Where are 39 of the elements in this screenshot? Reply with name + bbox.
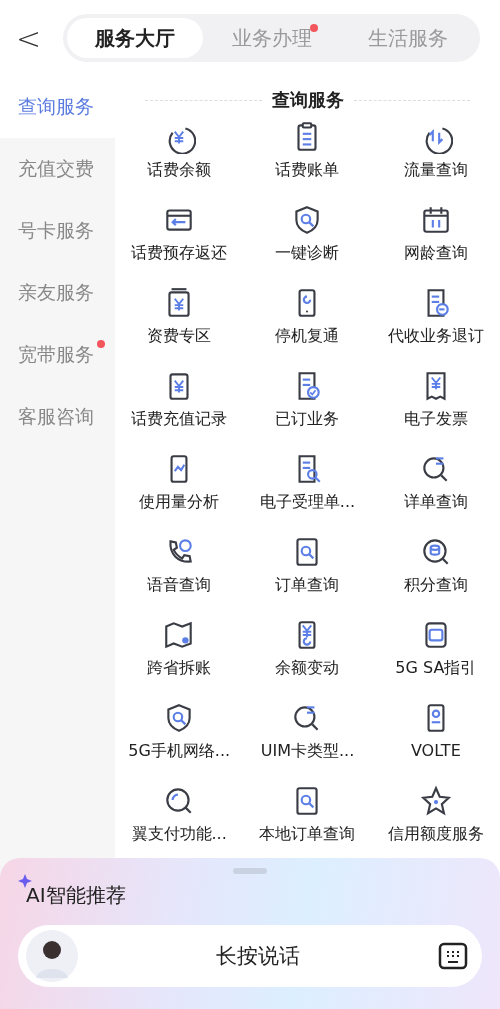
service-item[interactable]: 停机复通 — [243, 286, 372, 362]
drag-handle[interactable] — [233, 868, 267, 874]
service-item[interactable]: 话费预存返还 — [115, 203, 244, 279]
service-item[interactable]: 余额变动 — [243, 618, 372, 694]
service-item[interactable]: 5G手机网络... — [115, 701, 244, 777]
service-item[interactable]: 订单查询 — [243, 535, 372, 611]
service-item[interactable]: 一键诊断 — [243, 203, 372, 279]
service-item[interactable]: 使用量分析 — [115, 452, 244, 528]
service-item[interactable]: 代收业务退订 — [371, 286, 500, 362]
service-item[interactable]: 电子发票 — [371, 369, 500, 445]
voice-button-label: 长按说话 — [215, 943, 301, 970]
service-item[interactable]: 翼支付功能... — [115, 784, 244, 860]
service-item[interactable]: 话费账单 — [243, 120, 372, 196]
service-item[interactable]: 网龄查询 — [371, 203, 500, 279]
tab[interactable]: 服务大厅 — [67, 18, 204, 58]
assistant-title: AI智能推荐 — [26, 882, 126, 909]
service-item[interactable]: 已订业务 — [243, 369, 372, 445]
sidebar-item[interactable]: 查询服务 — [0, 76, 115, 138]
sparkle-icon — [18, 874, 32, 888]
service-item[interactable]: VOLTE — [371, 701, 500, 777]
back-button[interactable]: < — [8, 20, 50, 56]
star-icon — [418, 784, 453, 818]
service-item[interactable]: 积分查询 — [371, 535, 500, 611]
service-item[interactable]: UIM卡类型... — [243, 701, 372, 777]
service-item[interactable]: 本地订单查询 — [243, 784, 372, 860]
service-item[interactable]: 跨省拆账 — [115, 618, 244, 694]
service-item[interactable]: 语音查询 — [115, 535, 244, 611]
service-item[interactable]: 话费余额 — [115, 120, 244, 196]
section-title: 查询服务 — [271, 88, 344, 112]
service-item[interactable]: 详单查询 — [371, 452, 500, 528]
service-item[interactable]: 信用额度服务 — [371, 784, 500, 860]
service-item[interactable]: 电子受理单... — [243, 452, 372, 528]
service-item[interactable]: 流量查询 — [371, 120, 500, 196]
keyboard-icon[interactable] — [438, 941, 468, 971]
service-item[interactable]: 资费专区 — [115, 286, 244, 362]
voice-button[interactable]: 长按说话 — [18, 925, 482, 987]
service-item[interactable]: 5G SA指引 — [371, 618, 500, 694]
avatar-icon — [26, 930, 78, 982]
service-item[interactable]: 话费充值记录 — [115, 369, 244, 445]
